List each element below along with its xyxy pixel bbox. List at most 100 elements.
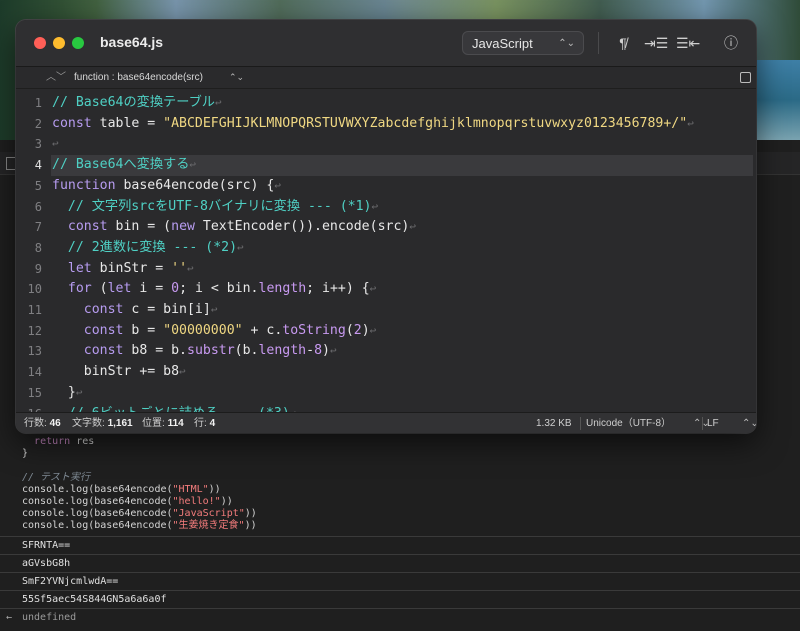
encoding-select[interactable]: Unicode（UTF-8）: [586, 413, 671, 433]
outdent-icon[interactable]: ☰⇤: [676, 32, 700, 54]
code-token: "HTML": [172, 484, 209, 495]
minimize-button[interactable]: [53, 37, 65, 49]
code-token: ; i < bin.: [179, 281, 259, 297]
return-mark-icon: ↩: [187, 261, 194, 275]
line-ending-chevron-icon: ⌃⌄: [742, 418, 756, 429]
window-title: base64.js: [100, 34, 164, 50]
console-code-line: return res: [22, 436, 257, 448]
code-token: base64encode(src) {: [115, 177, 275, 193]
line-code: let binStr = ''↩: [52, 259, 194, 280]
console-code-line: console.log(base64encode("HTML")): [22, 484, 257, 496]
code-token: (: [91, 281, 108, 297]
line-count: 行数: 46: [24, 418, 61, 429]
line-number: 1: [34, 96, 42, 110]
language-select[interactable]: JavaScript ⌃⌄: [462, 31, 584, 55]
indent-icon[interactable]: ⇥☰: [644, 32, 668, 54]
code-token: const: [52, 115, 92, 131]
code-line[interactable]: 6 // 文字列srcをUTF-8バイナリに変換 --- (*1)↩: [16, 197, 756, 218]
code-token: (: [345, 322, 354, 338]
prev-next-arrows-icon[interactable]: ︿﹀: [46, 67, 66, 88]
console-output-line: 55Sf5aec54S844GN5a6a6a0f: [0, 590, 800, 608]
code-token: 8: [314, 343, 323, 359]
line-number: 8: [34, 240, 42, 255]
line-number: 16: [16, 404, 42, 413]
line-code: binStr += b8↩: [52, 362, 186, 383]
function-navigator[interactable]: function : base64encode(src): [74, 67, 203, 88]
info-icon[interactable]: ⓘ: [720, 32, 742, 54]
code-line[interactable]: 5 function base64encode(src) {↩: [16, 176, 756, 197]
console-code-line: [22, 460, 257, 472]
code-line[interactable]: 8 // 2進数に変換 --- (*2)↩: [16, 238, 756, 259]
code-line[interactable]: 11 const c = bin[i]↩: [16, 300, 756, 321]
line-number: 11: [27, 303, 42, 317]
return-mark-icon: ↩: [369, 323, 377, 337]
char-count: 文字数: 1,161: [72, 418, 133, 429]
line-number: 9: [34, 261, 42, 276]
code-token: 2: [353, 322, 362, 338]
code-line[interactable]: 1 // Base64の変換テーブル↩: [16, 93, 756, 114]
line-code: const b8 = b.substr(b.length-8)↩: [52, 341, 337, 362]
code-token: const: [83, 302, 124, 317]
line-code: // 6ビットごとに詰める --- (*3)↩: [52, 404, 297, 413]
code-token: return: [34, 436, 71, 447]
code-token: )): [208, 484, 221, 495]
code-token: 0: [171, 281, 180, 297]
line-code: }↩: [52, 383, 83, 404]
code-line[interactable]: 3 ↩: [16, 134, 756, 155]
code-token: console.log(base64encode(: [22, 484, 173, 495]
code-line[interactable]: 7 const bin = (new TextEncoder()).encode…: [16, 217, 756, 238]
toolbar-separator: [598, 32, 599, 54]
code-token: )): [244, 508, 257, 519]
console-input-code: return res}// テスト実行 console.log(base64enc…: [22, 436, 257, 532]
code-line[interactable]: 16 // 6ビットごとに詰める --- (*3)↩: [16, 404, 756, 413]
code-token: console.log(base64encode(: [22, 520, 173, 531]
console-output-line: aGVsbG8h: [0, 554, 800, 572]
code-line[interactable]: 2 const table = "ABCDEFGHIJKLMNOPQRSTUVWX…: [16, 114, 756, 135]
code-token: let: [107, 281, 132, 297]
code-line[interactable]: 12 const b = "00000000" + c.toString(2)↩: [16, 321, 756, 342]
line-number: 10: [27, 282, 42, 297]
code-line[interactable]: 13 const b8 = b.substr(b.length-8)↩: [16, 341, 756, 362]
return-mark-icon: ↩: [369, 282, 377, 296]
code-editor[interactable]: 1// Base64の変換テーブル↩ 2 const table = "ABCDEF…: [16, 89, 756, 412]
code-line[interactable]: 9 let binStr = ''↩: [16, 259, 756, 280]
line-number: 12: [27, 323, 42, 338]
console-code-line: console.log(base64encode("hello!")): [22, 496, 257, 508]
close-button[interactable]: [34, 37, 46, 49]
code-line[interactable]: 4 // Base64へ変換する↩: [16, 155, 756, 176]
line-number: 3: [34, 137, 42, 152]
cursor-row: 行: 4: [194, 418, 216, 429]
code-token: ; i++) {: [306, 281, 370, 297]
split-view-icon[interactable]: [740, 72, 751, 83]
code-token: new: [171, 219, 195, 235]
return-mark-icon: ↩: [52, 137, 59, 151]
updown-chevron-icon: ⌃⌄: [558, 38, 575, 49]
return-mark-icon: ↩: [274, 178, 281, 192]
line-code: // Base64の変換テーブル↩: [52, 93, 222, 114]
code-token: substr: [187, 343, 235, 359]
code-token: console.log(base64encode(: [22, 496, 173, 507]
navigation-bar: ︿﹀ function : base64encode(src) ⌃⌄: [16, 67, 756, 89]
line-number: 7: [34, 220, 42, 235]
chevron-updown-icon[interactable]: ⌃⌄: [229, 67, 244, 88]
line-ending-select[interactable]: LF: [707, 413, 719, 433]
code-line[interactable]: 15 }↩: [16, 383, 756, 404]
code-token: b =: [123, 322, 164, 338]
code-token: (b.: [234, 343, 259, 359]
line-code: const c = bin[i]↩: [52, 300, 218, 321]
language-select-value: JavaScript: [472, 36, 533, 51]
return-mark-icon: ↩: [75, 385, 83, 399]
invisibles-toggle-icon[interactable]: ¶̸: [612, 32, 634, 54]
status-bar: 行数: 46 文字数: 1,161 位置: 114 行: 4 1.32 KB U…: [16, 412, 756, 433]
console-result-line: ← undefined: [0, 608, 800, 626]
code-token: binStr += b8: [52, 364, 180, 380]
line-number: 4: [34, 158, 42, 173]
code-line[interactable]: 14 binStr += b8↩: [16, 362, 756, 383]
line-number: 13: [27, 344, 42, 359]
zoom-button[interactable]: [72, 37, 84, 49]
code-line[interactable]: 10 for (let i = 0; i < bin.length; i++) …: [16, 279, 756, 300]
code-token: ): [361, 322, 370, 338]
code-token: // Base64の変換テーブル: [52, 95, 215, 110]
